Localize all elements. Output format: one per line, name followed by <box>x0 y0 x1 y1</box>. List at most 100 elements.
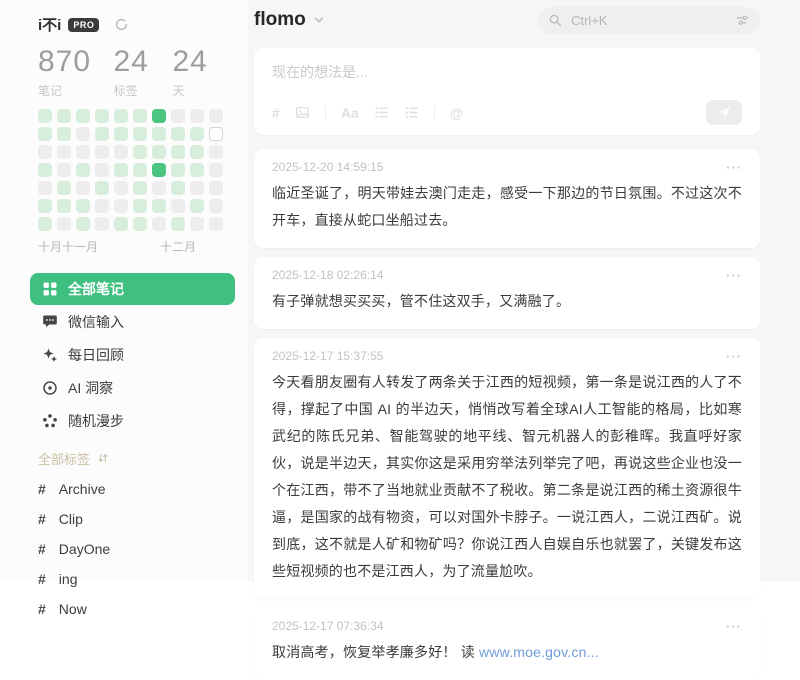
heatmap-cell[interactable] <box>57 127 71 141</box>
heatmap-cell[interactable] <box>76 127 90 141</box>
heatmap-cell[interactable] <box>114 109 128 123</box>
flomo-logo[interactable]: flomo <box>254 9 306 31</box>
sidebar-menu-item[interactable]: 随机漫步 <box>30 405 235 437</box>
heatmap-cell[interactable] <box>209 217 223 231</box>
heatmap-cell[interactable] <box>114 199 128 213</box>
heatmap-cell[interactable] <box>152 127 166 141</box>
sidebar-menu-item[interactable]: AI 洞察 <box>30 372 235 404</box>
heatmap-cell[interactable] <box>76 217 90 231</box>
heatmap-cell[interactable] <box>190 217 204 231</box>
heatmap-cell[interactable] <box>190 181 204 195</box>
heatmap-cell[interactable] <box>133 163 147 177</box>
heatmap-cell[interactable] <box>190 109 204 123</box>
heatmap-cell[interactable] <box>133 127 147 141</box>
heatmap-cell[interactable] <box>95 127 109 141</box>
sidebar-tag-item[interactable]: # Clip <box>38 504 248 534</box>
sidebar-menu-item[interactable]: 全部笔记 <box>30 273 235 305</box>
heatmap-cell[interactable] <box>57 109 71 123</box>
heatmap-cell[interactable] <box>171 217 185 231</box>
heatmap-cell[interactable] <box>171 145 185 159</box>
heatmap-cell[interactable] <box>209 145 223 159</box>
heatmap-cell[interactable] <box>209 163 223 177</box>
note-link[interactable]: www.moe.gov.cn... <box>479 644 599 660</box>
heatmap-cell[interactable] <box>57 181 71 195</box>
heatmap-cell[interactable] <box>95 199 109 213</box>
ordered-list-icon[interactable] <box>374 105 389 120</box>
sidebar-menu-item[interactable]: 微信输入 <box>30 306 235 338</box>
heatmap-cell[interactable] <box>95 163 109 177</box>
heatmap-cell[interactable] <box>209 181 223 195</box>
heatmap-cell[interactable] <box>114 181 128 195</box>
heatmap-cell[interactable] <box>114 163 128 177</box>
sort-icon[interactable] <box>97 452 109 464</box>
heatmap-cell[interactable] <box>76 145 90 159</box>
heatmap-cell[interactable] <box>114 127 128 141</box>
heatmap-cell[interactable] <box>171 127 185 141</box>
more-icon[interactable]: ··· <box>726 350 742 363</box>
mention-icon[interactable]: @ <box>450 106 464 120</box>
heatmap-cell[interactable] <box>95 145 109 159</box>
sidebar-tag-item[interactable]: # ing <box>38 564 248 594</box>
heatmap-cell[interactable] <box>152 109 166 123</box>
heatmap-cell[interactable] <box>133 199 147 213</box>
heatmap-cell[interactable] <box>133 109 147 123</box>
heatmap-cell[interactable] <box>95 181 109 195</box>
heatmap-cell[interactable] <box>76 199 90 213</box>
heatmap-cell[interactable] <box>38 145 52 159</box>
heatmap-cell[interactable] <box>171 163 185 177</box>
sidebar-menu-item[interactable]: 每日回顾 <box>30 339 235 371</box>
more-icon[interactable]: ··· <box>726 161 742 174</box>
heatmap-cell[interactable] <box>152 199 166 213</box>
image-icon[interactable] <box>295 105 310 120</box>
bullet-list-icon[interactable] <box>404 105 419 120</box>
heatmap-cell[interactable] <box>76 109 90 123</box>
send-icon[interactable] <box>706 100 742 125</box>
heatmap-cell[interactable] <box>209 109 223 123</box>
heatmap-cell[interactable] <box>57 145 71 159</box>
heatmap-cell[interactable] <box>190 145 204 159</box>
heatmap-cell[interactable] <box>38 217 52 231</box>
heatmap-cell[interactable] <box>38 199 52 213</box>
search-bar[interactable] <box>538 7 760 34</box>
heatmap-cell[interactable] <box>95 217 109 231</box>
sidebar-tag-item[interactable]: # DayOne <box>38 534 248 564</box>
sidebar-tag-item[interactable]: # Archive <box>38 474 248 504</box>
heatmap-cell[interactable] <box>76 181 90 195</box>
heatmap-cell[interactable] <box>38 163 52 177</box>
heatmap-cell[interactable] <box>38 181 52 195</box>
heatmap-cell[interactable] <box>133 145 147 159</box>
heatmap-cell[interactable] <box>152 145 166 159</box>
filter-icon[interactable] <box>735 13 750 28</box>
hash-icon[interactable]: # <box>272 106 280 120</box>
heatmap-cell[interactable] <box>171 109 185 123</box>
heatmap-cell[interactable] <box>209 127 223 141</box>
heatmap-cell[interactable] <box>133 181 147 195</box>
heatmap-cell[interactable] <box>38 127 52 141</box>
heatmap-cell[interactable] <box>171 199 185 213</box>
format-icon[interactable]: Aa <box>341 106 359 120</box>
heatmap-cell[interactable] <box>76 163 90 177</box>
heatmap-cell[interactable] <box>57 199 71 213</box>
sidebar-tag-item[interactable]: # Now <box>38 594 248 624</box>
search-input[interactable] <box>569 12 703 29</box>
heatmap-cell[interactable] <box>171 181 185 195</box>
sync-icon[interactable] <box>114 17 129 32</box>
heatmap-cell[interactable] <box>95 109 109 123</box>
note-input[interactable]: 现在的想法是... <box>272 62 742 84</box>
heatmap-cell[interactable] <box>209 199 223 213</box>
heatmap-cell[interactable] <box>190 127 204 141</box>
heatmap-cell[interactable] <box>133 217 147 231</box>
more-icon[interactable]: ··· <box>726 620 742 633</box>
heatmap-cell[interactable] <box>152 181 166 195</box>
more-icon[interactable]: ··· <box>726 269 742 282</box>
heatmap-cell[interactable] <box>114 145 128 159</box>
heatmap-cell[interactable] <box>152 217 166 231</box>
heatmap-cell[interactable] <box>190 163 204 177</box>
heatmap-cell[interactable] <box>114 217 128 231</box>
heatmap-cell[interactable] <box>152 163 166 177</box>
heatmap-cell[interactable] <box>38 109 52 123</box>
heatmap-cell[interactable] <box>57 163 71 177</box>
heatmap-cell[interactable] <box>190 199 204 213</box>
heatmap-cell[interactable] <box>57 217 71 231</box>
chevron-down-icon[interactable] <box>312 13 326 27</box>
